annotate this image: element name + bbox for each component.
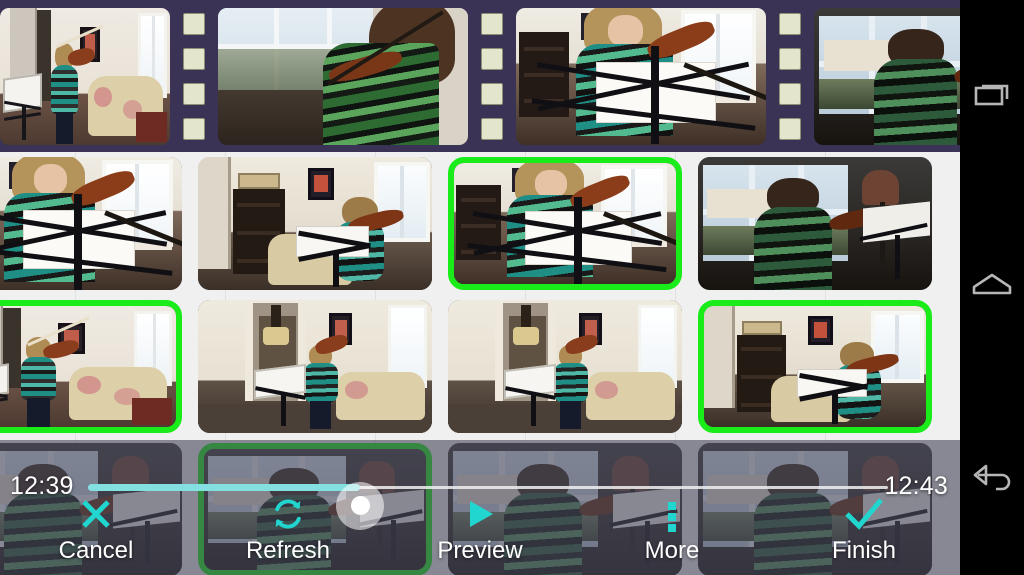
frame-thumbnail-image — [0, 7, 170, 145]
cancel-label: Cancel — [58, 537, 134, 564]
preview-label: Preview — [437, 537, 523, 564]
film-perforation — [779, 12, 801, 35]
film-perforation — [779, 47, 801, 70]
film-perforation — [183, 117, 205, 140]
frame-grid-cell — [190, 152, 440, 295]
refresh-button[interactable]: Refresh — [192, 487, 384, 575]
android-navigation-bar — [960, 0, 1024, 575]
preview-button[interactable]: Preview — [384, 487, 576, 575]
close-icon — [76, 493, 116, 535]
frame-thumbnail-image — [448, 300, 682, 433]
home-icon — [968, 263, 1016, 312]
film-perforation — [183, 12, 205, 35]
frame-grid-cell — [0, 152, 190, 295]
recents-button[interactable] — [960, 51, 1024, 141]
film-perforation-column — [766, 0, 814, 152]
frame-thumbnail[interactable] — [698, 157, 932, 290]
frame-grid-cell — [440, 152, 690, 295]
film-strip-frame[interactable] — [516, 7, 766, 145]
film-perforation-column — [170, 0, 218, 152]
frame-thumbnail[interactable] — [448, 300, 682, 433]
frame-grid-cell — [190, 295, 440, 438]
refresh-label: Refresh — [245, 537, 331, 564]
frame-thumbnail-image — [198, 300, 432, 433]
frame-thumbnail-image — [454, 163, 676, 284]
film-perforation — [183, 82, 205, 105]
frame-thumbnail-image — [0, 157, 182, 290]
frame-thumbnail[interactable] — [198, 157, 432, 290]
film-perforation — [481, 47, 503, 70]
frame-thumbnail[interactable] — [0, 157, 182, 290]
frame-thumbnail-image — [516, 7, 766, 145]
frame-thumbnail-image — [814, 7, 960, 145]
frame-thumbnail-selected[interactable] — [0, 300, 182, 433]
frame-thumbnail-selected[interactable] — [448, 157, 682, 290]
play-icon — [460, 493, 500, 535]
content-area: 12:39 12:43 Cancel Refresh Preview More … — [0, 0, 960, 575]
back-button[interactable] — [960, 434, 1024, 524]
recents-icon — [970, 71, 1014, 120]
frame-grid-cell — [690, 295, 940, 438]
frame-grid-row — [0, 295, 960, 438]
check-icon — [841, 493, 887, 535]
cancel-button[interactable]: Cancel — [0, 487, 192, 575]
film-perforation-column — [468, 0, 516, 152]
top-film-strip[interactable] — [0, 0, 960, 152]
film-strip-frame[interactable] — [0, 7, 170, 145]
frame-thumbnail-image — [704, 306, 926, 427]
frame-grid-cell — [690, 152, 940, 295]
finish-label: Finish — [831, 537, 897, 564]
overflow-dots-icon — [665, 493, 679, 535]
frame-grid-cell — [0, 295, 190, 438]
action-bar: Cancel Refresh Preview More Finish — [0, 487, 960, 575]
film-perforation — [481, 12, 503, 35]
frame-thumbnail[interactable] — [198, 300, 432, 433]
film-perforation — [481, 117, 503, 140]
film-perforation — [779, 82, 801, 105]
more-label: More — [644, 537, 700, 564]
film-perforation — [779, 117, 801, 140]
more-button[interactable]: More — [576, 487, 768, 575]
bottom-control-bar: 12:39 12:43 Cancel Refresh Preview More … — [0, 440, 960, 575]
screen-root: 12:39 12:43 Cancel Refresh Preview More … — [0, 0, 1024, 575]
frame-thumbnail-image — [0, 306, 176, 427]
frame-thumbnail-selected[interactable] — [698, 300, 932, 433]
frame-grid-cell — [440, 295, 690, 438]
frame-thumbnail-image — [218, 7, 468, 145]
film-perforation — [183, 47, 205, 70]
film-strip-frame[interactable] — [218, 7, 468, 145]
refresh-icon — [268, 493, 308, 535]
finish-button[interactable]: Finish — [768, 487, 960, 575]
film-perforation — [481, 82, 503, 105]
frame-thumbnail-image — [698, 157, 932, 290]
frame-thumbnail-image — [198, 157, 432, 290]
back-icon — [968, 455, 1016, 504]
frame-grid-row — [0, 152, 960, 295]
home-button[interactable] — [960, 242, 1024, 332]
film-strip-frame[interactable] — [814, 7, 960, 145]
